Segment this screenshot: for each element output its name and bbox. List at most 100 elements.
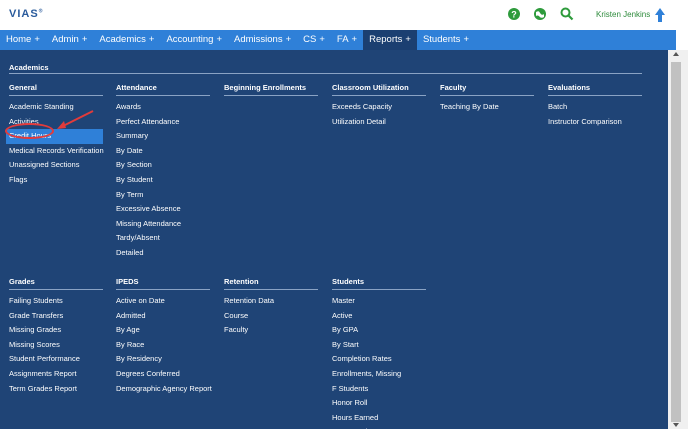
menu-link[interactable]: By Age xyxy=(116,323,210,338)
menu-link[interactable]: Honor Roll xyxy=(332,396,426,411)
menu-link[interactable]: Hours Earned xyxy=(332,411,426,426)
menu-link[interactable]: Batch xyxy=(548,100,642,115)
menu-column-evaluations: Evaluations Batch Instructor Comparison xyxy=(548,83,642,129)
help-icon[interactable]: ? xyxy=(507,7,521,21)
menu-link[interactable]: Master xyxy=(332,294,426,309)
menu-link[interactable]: By Start xyxy=(332,338,426,353)
expand-plus-icon: + xyxy=(463,34,469,45)
nav-item-label: Home xyxy=(6,34,32,45)
nav-item-fa[interactable]: FA + xyxy=(331,30,363,50)
scroll-up-icon[interactable] xyxy=(673,52,679,56)
menu-link[interactable]: By Race xyxy=(116,338,210,353)
column-heading: IPEDS xyxy=(116,277,139,286)
upload-icon[interactable] xyxy=(654,7,666,23)
menu-link[interactable]: Completion Rates xyxy=(332,352,426,367)
menu-link[interactable]: Active xyxy=(332,309,426,324)
scroll-down-icon[interactable] xyxy=(673,423,679,427)
menu-link[interactable]: By Student xyxy=(116,173,210,188)
menu-link[interactable]: Instructor Comparison xyxy=(548,115,642,130)
nav-item-home[interactable]: Home + xyxy=(0,30,46,50)
menu-link[interactable]: Hours Ratio xyxy=(332,425,426,440)
scrollbar-thumb[interactable] xyxy=(671,62,681,422)
nav-item-reports[interactable]: Reports + xyxy=(363,30,417,50)
menu-link[interactable]: Failing Students xyxy=(9,294,103,309)
divider xyxy=(440,95,534,96)
nav-item-admin[interactable]: Admin + xyxy=(46,30,94,50)
menu-link[interactable]: Grade Transfers xyxy=(9,309,103,324)
search-icon[interactable] xyxy=(560,7,574,21)
menu-link[interactable]: Utilization Detail xyxy=(332,115,426,130)
menu-link[interactable]: Awards xyxy=(116,100,210,115)
expand-plus-icon: + xyxy=(81,34,88,45)
nav-item-academics[interactable]: Academics + xyxy=(93,30,160,50)
nav-item-label: CS xyxy=(303,34,317,45)
menu-link[interactable]: Tardy/Absent xyxy=(116,231,210,246)
menu-link[interactable]: Demographic Agency Report xyxy=(116,382,212,397)
menu-link[interactable]: By Term xyxy=(116,188,210,203)
menu-link[interactable]: Missing Scores xyxy=(9,338,103,353)
menu-link[interactable]: Term Grades Report xyxy=(9,382,103,397)
globe-icon[interactable] xyxy=(533,7,547,21)
menu-link[interactable]: Teaching By Date xyxy=(440,100,534,115)
expand-plus-icon: + xyxy=(351,34,358,45)
menu-link[interactable]: Assignments Report xyxy=(9,367,103,382)
menu-link[interactable]: Missing Grades xyxy=(9,323,103,338)
menu-link[interactable]: Retention Data xyxy=(224,294,318,309)
top-bar: VIAS® ? Kristen Jenkins xyxy=(0,0,688,30)
divider xyxy=(548,95,642,96)
menu-column-grades: Grades Failing Students Grade Transfers Mis… xyxy=(9,277,103,396)
expand-plus-icon: + xyxy=(405,34,411,45)
menu-link[interactable]: Course xyxy=(224,309,318,324)
menu-link[interactable]: By Section xyxy=(116,158,210,173)
menu-link[interactable]: Excessive Absence xyxy=(116,202,210,217)
main-nav: Home + Admin + Academics + Accounting + Admissio… xyxy=(0,30,676,50)
menu-link[interactable]: By Date xyxy=(116,144,210,159)
annotation-highlight xyxy=(5,123,54,139)
nav-item-label: Students xyxy=(422,34,461,45)
menu-link[interactable]: Admitted xyxy=(116,309,210,324)
menu-link[interactable]: Faculty xyxy=(224,323,318,338)
column-heading: Beginning Enrollments xyxy=(224,83,307,92)
expand-plus-icon: + xyxy=(285,34,292,45)
menu-link[interactable]: Student Performance xyxy=(9,352,103,367)
divider xyxy=(332,289,426,290)
menu-column-attendance: Attendance Awards Perfect Attendance Summar… xyxy=(116,83,210,261)
reports-mega-menu: Academics General Academic Standing Activi… xyxy=(0,50,668,436)
menu-link[interactable]: Enrollments, Missing xyxy=(332,367,426,382)
divider xyxy=(9,289,103,290)
menu-link[interactable]: Flags xyxy=(9,173,103,188)
nav-item-label: Academics xyxy=(99,34,146,45)
column-heading: Grades xyxy=(9,277,35,286)
divider xyxy=(332,95,426,96)
menu-link[interactable]: Unassigned Sections xyxy=(9,158,103,173)
menu-link[interactable]: F Students xyxy=(332,382,426,397)
column-heading: Classroom Utilization xyxy=(332,83,409,92)
menu-link[interactable]: Summary xyxy=(116,129,210,144)
vias-logo[interactable]: VIAS® xyxy=(9,8,43,20)
menu-link[interactable]: Detailed xyxy=(116,246,210,261)
menu-link[interactable]: Exceeds Capacity xyxy=(332,100,426,115)
nav-item-admissions[interactable]: Admissions + xyxy=(228,30,297,50)
nav-item-label: Admissions xyxy=(234,34,283,45)
menu-column-faculty: Faculty Teaching By Date xyxy=(440,83,534,115)
divider xyxy=(9,73,642,74)
nav-item-accounting[interactable]: Accounting + xyxy=(160,30,228,50)
divider xyxy=(9,95,103,96)
menu-link[interactable]: By Residency xyxy=(116,352,210,367)
menu-link[interactable]: Medical Records Verification xyxy=(9,144,104,159)
annotation-arrow-icon xyxy=(57,110,94,129)
expand-plus-icon: + xyxy=(148,34,155,45)
nav-item-label: Reports xyxy=(369,34,403,45)
column-heading: Faculty xyxy=(440,83,467,92)
user-name[interactable]: Kristen Jenkins xyxy=(596,10,650,19)
menu-link[interactable]: Missing Attendance xyxy=(116,217,210,232)
menu-column-beginning-enrollments: Beginning Enrollments xyxy=(224,83,318,100)
menu-link[interactable]: By GPA xyxy=(332,323,426,338)
column-heading: General xyxy=(9,83,37,92)
nav-item-cs[interactable]: CS + xyxy=(297,30,331,50)
menu-link[interactable]: Perfect Attendance xyxy=(116,115,210,130)
menu-link[interactable]: Degrees Conferred xyxy=(116,367,210,382)
nav-item-students[interactable]: Students + xyxy=(417,30,475,50)
expand-plus-icon: + xyxy=(319,34,325,45)
menu-link[interactable]: Active on Date xyxy=(116,294,210,309)
